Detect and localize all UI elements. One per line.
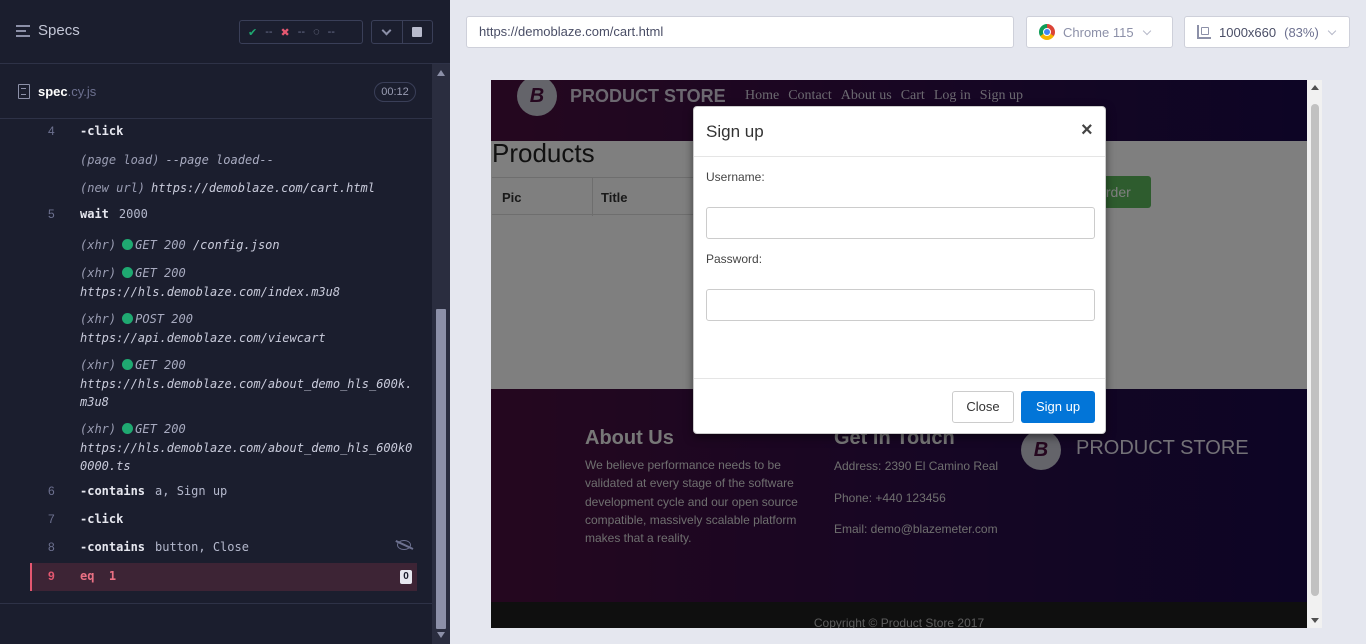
xhr-url: https://hls.demoblaze.com/about_demo_hls… (80, 376, 413, 410)
event-tag: (xhr) (80, 422, 117, 436)
chevron-down-icon (381, 25, 392, 36)
viewport-size: 1000x660 (1219, 24, 1277, 40)
close-icon[interactable]: × (1081, 120, 1093, 140)
xhr-status: GET 200 (135, 422, 186, 436)
spec-name: spec (38, 84, 68, 99)
status-dot-icon (122, 313, 134, 324)
command-name: -click (80, 512, 124, 526)
failed-count: -- (297, 26, 306, 38)
status-dot-icon (122, 239, 134, 250)
ruler-icon (1197, 25, 1211, 39)
run-controls (371, 20, 433, 44)
stop-button[interactable] (401, 21, 433, 43)
event-tag: (xhr) (80, 266, 117, 280)
signup-modal: Sign up × Username: Password: Close Sign… (693, 106, 1106, 434)
xhr-status: GET 200 (135, 266, 186, 280)
command-number: 6 (48, 484, 55, 498)
event-tag: (new url) (80, 181, 146, 195)
reporter-header: Specs ✔ -- ✖ -- ◌ -- (0, 0, 450, 64)
command-number: 7 (48, 512, 55, 526)
command-name: wait (80, 207, 109, 221)
zoom-level: (83%) (1284, 24, 1319, 40)
browser-name: Chrome 115 (1063, 24, 1134, 40)
chrome-icon (1039, 24, 1055, 40)
xhr-url: https://hls.demoblaze.com/about_demo_hls… (80, 440, 413, 474)
app-under-test-frame: B PRODUCT STORE Home Contact About us Ca… (491, 80, 1322, 628)
pending-count: -- (327, 26, 335, 38)
username-field[interactable] (706, 207, 1095, 239)
xhr-status: GET 200 (135, 238, 186, 252)
status-dot-icon (122, 359, 134, 370)
signup-button[interactable]: Sign up (1021, 391, 1095, 423)
viewport-selector[interactable]: 1000x660 (83%) (1184, 16, 1350, 48)
page-scrollbar[interactable] (1307, 80, 1322, 628)
spec-extension: .cy.js (67, 84, 97, 99)
scroll-down-icon[interactable] (1311, 618, 1319, 623)
password-label: Password: (706, 252, 763, 266)
xhr-url: https://api.demoblaze.com/viewcart (80, 330, 326, 345)
command-row-active[interactable]: 9 eq 1 0 (30, 563, 417, 591)
site-page: B PRODUCT STORE Home Contact About us Ca… (491, 80, 1307, 628)
xhr-status: GET 200 (135, 358, 186, 372)
command-name: -click (80, 124, 124, 138)
scroll-thumb[interactable] (436, 309, 446, 629)
scroll-up-icon[interactable] (1311, 85, 1319, 90)
scroll-thumb[interactable] (1311, 104, 1319, 596)
event-tag: (xhr) (80, 238, 117, 252)
spec-file[interactable]: spec.cy.js (18, 84, 96, 99)
specs-toggle[interactable]: Specs (16, 22, 80, 39)
duration-badge: 00:12 (374, 82, 416, 102)
browser-selector[interactable]: Chrome 115 (1026, 16, 1173, 48)
password-field[interactable] (706, 289, 1095, 321)
command-number: 8 (48, 540, 55, 554)
url-bar[interactable]: https://demoblaze.com/cart.html (466, 16, 1014, 48)
command-name: eq (80, 569, 95, 583)
modal-header: Sign up × (694, 107, 1105, 157)
close-button[interactable]: Close (952, 391, 1014, 423)
scroll-up-icon[interactable] (437, 70, 445, 76)
chevron-down-icon (1327, 26, 1337, 35)
check-icon: ✔ (248, 26, 258, 39)
scroll-down-icon[interactable] (437, 632, 445, 638)
command-name: -contains (80, 540, 146, 554)
reporter-panel: Specs ✔ -- ✖ -- ◌ -- spec.cy.js 00:12 4 … (0, 0, 450, 644)
xhr-url: https://hls.demoblaze.com/index.m3u8 (80, 284, 341, 299)
xhr-status: POST 200 (135, 312, 193, 326)
event-text: https://demoblaze.com/cart.html (151, 181, 375, 195)
event-text: --page loaded-- (165, 153, 274, 167)
status-dot-icon (122, 423, 134, 434)
reporter-scrollbar[interactable] (432, 64, 450, 644)
command-number: 9 (48, 569, 55, 583)
cross-icon: ✖ (280, 26, 290, 39)
username-label: Username: (706, 170, 765, 184)
command-arg: button, Close (155, 540, 249, 554)
event-tag: (xhr) (80, 312, 117, 326)
specs-title: Specs (38, 22, 80, 39)
event-tag: (page load) (80, 153, 160, 167)
document-icon (18, 84, 30, 99)
status-dot-icon (122, 267, 134, 278)
command-name: -contains (80, 484, 146, 498)
eye-slash-icon (397, 540, 411, 550)
element-count-badge: 0 (400, 570, 412, 584)
divider (0, 603, 432, 604)
expand-button[interactable] (372, 21, 402, 43)
pending-icon: ◌ (313, 26, 320, 38)
passed-count: -- (265, 26, 273, 38)
command-number: 4 (48, 124, 55, 138)
command-arg: a, Sign up (155, 484, 228, 498)
command-number: 5 (48, 207, 55, 221)
command-arg: 2000 (118, 207, 148, 221)
event-tag: (xhr) (80, 358, 117, 372)
modal-footer: Close Sign up (694, 378, 1105, 434)
chevron-down-icon (1142, 26, 1151, 35)
xhr-url: /config.json (192, 238, 280, 252)
test-stats: ✔ -- ✖ -- ◌ -- (239, 20, 363, 44)
stop-icon (412, 27, 423, 37)
command-arg: 1 (108, 569, 117, 583)
menu-icon (16, 24, 30, 37)
modal-title: Sign up (706, 122, 764, 141)
spec-header: spec.cy.js (0, 65, 432, 119)
